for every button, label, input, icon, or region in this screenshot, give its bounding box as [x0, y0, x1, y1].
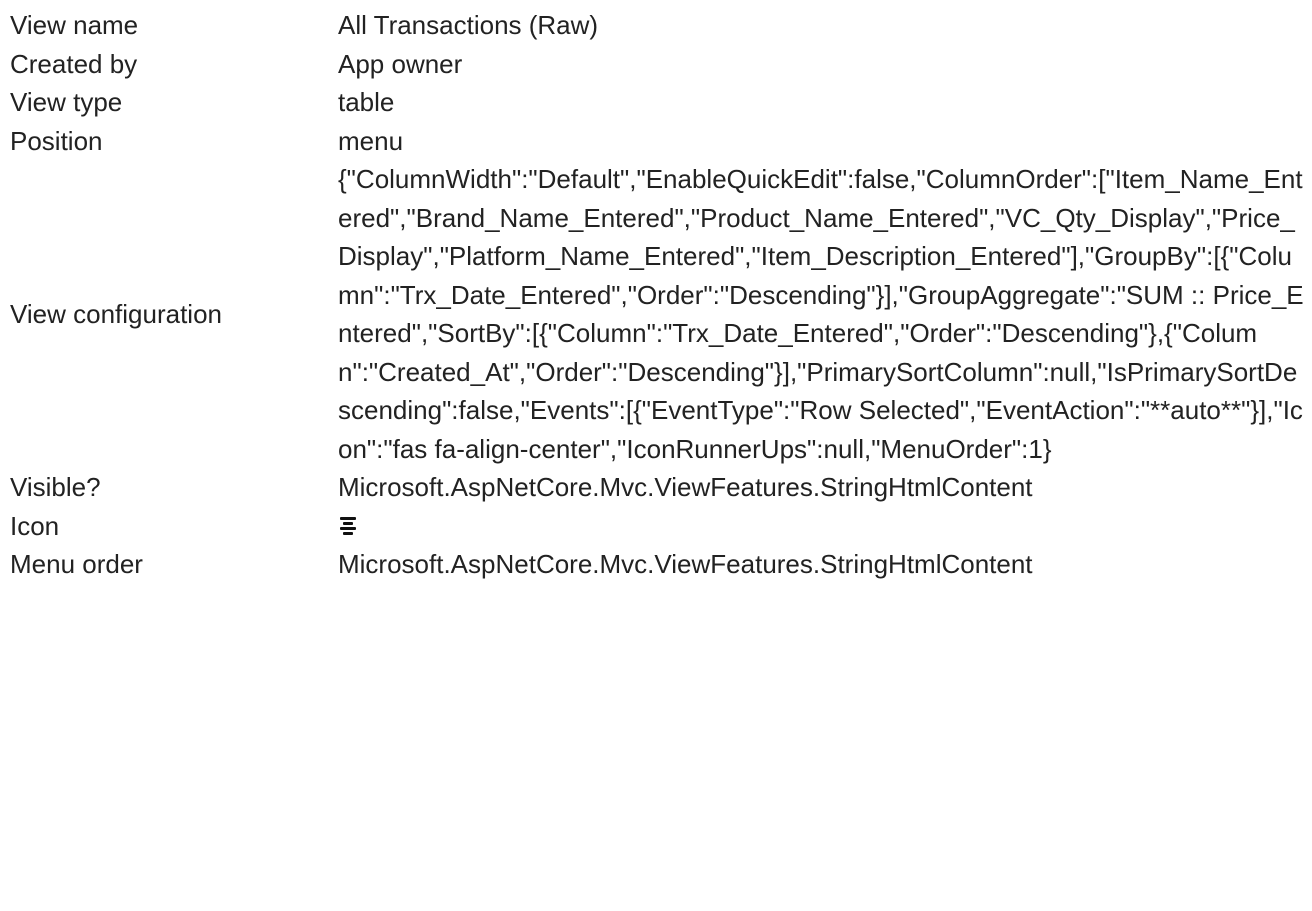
visible-value: Microsoft.AspNetCore.Mvc.ViewFeatures.St… — [338, 472, 1033, 502]
position-value: menu — [338, 125, 404, 156]
property-label: Menu order — [10, 549, 143, 580]
property-label: Position — [10, 125, 103, 156]
property-row-view-name: View name All Transactions (Raw) — [0, 0, 1312, 45]
icon-value — [338, 507, 1312, 546]
view-name-value: All Transactions (Raw) — [338, 10, 599, 40]
property-row-position: Position menu — [0, 122, 1312, 161]
property-label: Visible? — [10, 472, 101, 502]
property-row-menu-order: Menu order Microsoft.AspNetCore.Mvc.View… — [0, 545, 1312, 584]
view-configuration-value: {"ColumnWidth":"Default","EnableQuickEdi… — [338, 164, 1304, 464]
view-type-value: table — [338, 87, 395, 117]
property-label: View name — [10, 10, 139, 40]
property-row-created-by: Created by App owner — [0, 45, 1312, 84]
property-row-view-configuration: View configuration {"ColumnWidth":"Defau… — [0, 160, 1312, 468]
created-by-value: App owner — [338, 48, 463, 79]
property-label: Icon — [10, 510, 60, 541]
align-center-icon — [338, 516, 358, 535]
property-label: View configuration — [10, 298, 222, 329]
property-row-visible: Visible? Microsoft.AspNetCore.Mvc.ViewFe… — [0, 468, 1312, 507]
property-row-view-type: View type table — [0, 83, 1312, 122]
property-label: View type — [10, 87, 123, 117]
view-properties-table: View name All Transactions (Raw) Created… — [0, 0, 1312, 584]
property-label: Created by — [10, 48, 138, 79]
menu-order-value: Microsoft.AspNetCore.Mvc.ViewFeatures.St… — [338, 549, 1033, 580]
property-row-icon: Icon — [0, 507, 1312, 546]
